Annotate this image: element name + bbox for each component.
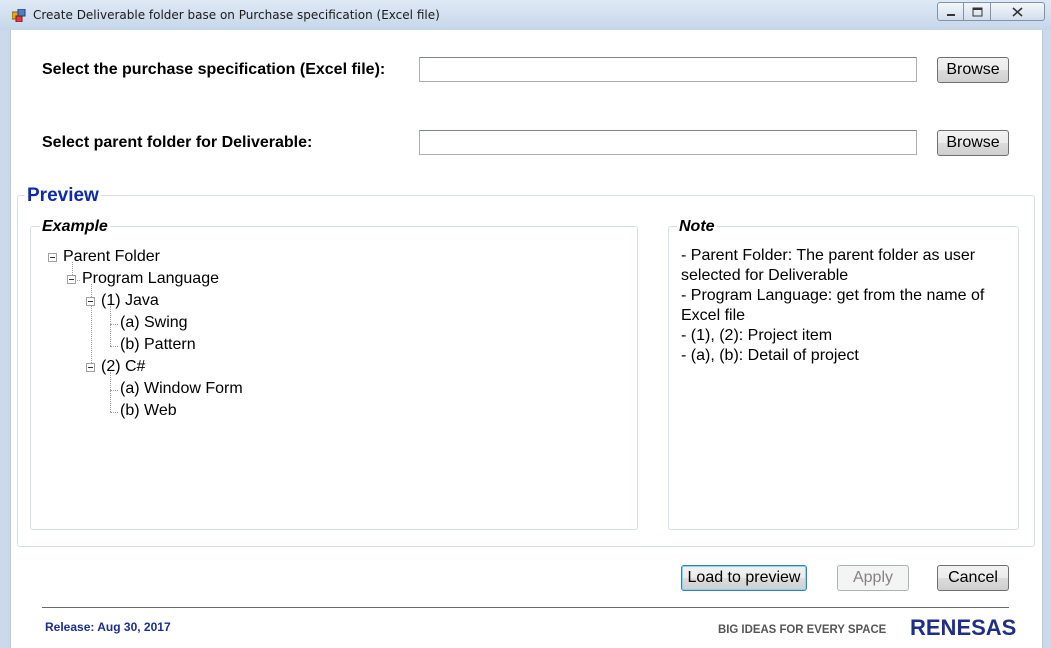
browse-folder-button[interactable]: Browse [937, 130, 1009, 156]
tree-line [110, 306, 111, 346]
window-frame-left [0, 30, 10, 648]
note-line: selected for Deliverable [681, 267, 849, 284]
purchase-spec-input[interactable] [419, 57, 917, 82]
close-icon [1012, 6, 1023, 17]
window-controls [937, 2, 1045, 22]
renesas-logo: RENESAS [910, 615, 1017, 640]
footer-divider [42, 607, 1009, 608]
collapse-icon[interactable] [48, 253, 57, 262]
note-line: - Parent Folder: The parent folder as us… [681, 247, 976, 264]
purchase-spec-label: Select the purchase specification (Excel… [42, 61, 386, 78]
parent-folder-label: Select parent folder for Deliverable: [42, 134, 313, 151]
cancel-button[interactable]: Cancel [937, 565, 1009, 591]
minimize-icon [946, 13, 955, 16]
tree-line [110, 324, 118, 325]
close-button[interactable] [991, 2, 1045, 21]
release-label: Release: Aug 30, 2017 [45, 620, 171, 634]
maximize-icon [972, 7, 982, 16]
apply-button[interactable]: Apply [837, 565, 909, 591]
maximize-button[interactable] [964, 2, 991, 21]
parent-folder-input[interactable] [419, 130, 917, 155]
load-to-preview-button[interactable]: Load to preview [681, 565, 807, 591]
browse-excel-button[interactable]: Browse [937, 57, 1009, 83]
note-line: - Program Language: get from the name of [681, 287, 985, 304]
tree-line [110, 372, 111, 412]
collapse-icon[interactable] [86, 297, 95, 306]
tree-node-java[interactable]: (1) Java [101, 292, 159, 310]
window-title: Create Deliverable folder base on Purcha… [33, 8, 440, 22]
collapse-icon[interactable] [67, 275, 76, 284]
tree-node-swing[interactable]: (a) Swing [120, 314, 188, 332]
app-icon [12, 9, 26, 22]
tree-node-web[interactable]: (b) Web [120, 402, 177, 420]
company-tagline: BIG IDEAS FOR EVERY SPACE [718, 622, 887, 636]
tree-line [110, 346, 118, 347]
tree-line [110, 412, 118, 413]
tree-node-parent-folder[interactable]: Parent Folder [63, 248, 160, 266]
note-line: - (a), (b): Detail of project [681, 347, 859, 364]
preview-title: Preview [25, 185, 101, 207]
minimize-button[interactable] [937, 2, 964, 21]
collapse-icon[interactable] [86, 363, 95, 372]
example-title: Example [40, 218, 110, 236]
note-line: - (1), (2): Project item [681, 327, 833, 344]
title-bar: Create Deliverable folder base on Purcha… [0, 0, 1051, 31]
tree-node-program-language[interactable]: Program Language [82, 270, 219, 288]
tree-node-csharp[interactable]: (2) C# [101, 358, 145, 376]
tree-node-pattern[interactable]: (b) Pattern [120, 336, 196, 354]
tree-node-window-form[interactable]: (a) Window Form [120, 380, 243, 398]
note-line: Excel file [681, 307, 746, 324]
note-title: Note [677, 218, 717, 236]
tree-line [110, 390, 118, 391]
